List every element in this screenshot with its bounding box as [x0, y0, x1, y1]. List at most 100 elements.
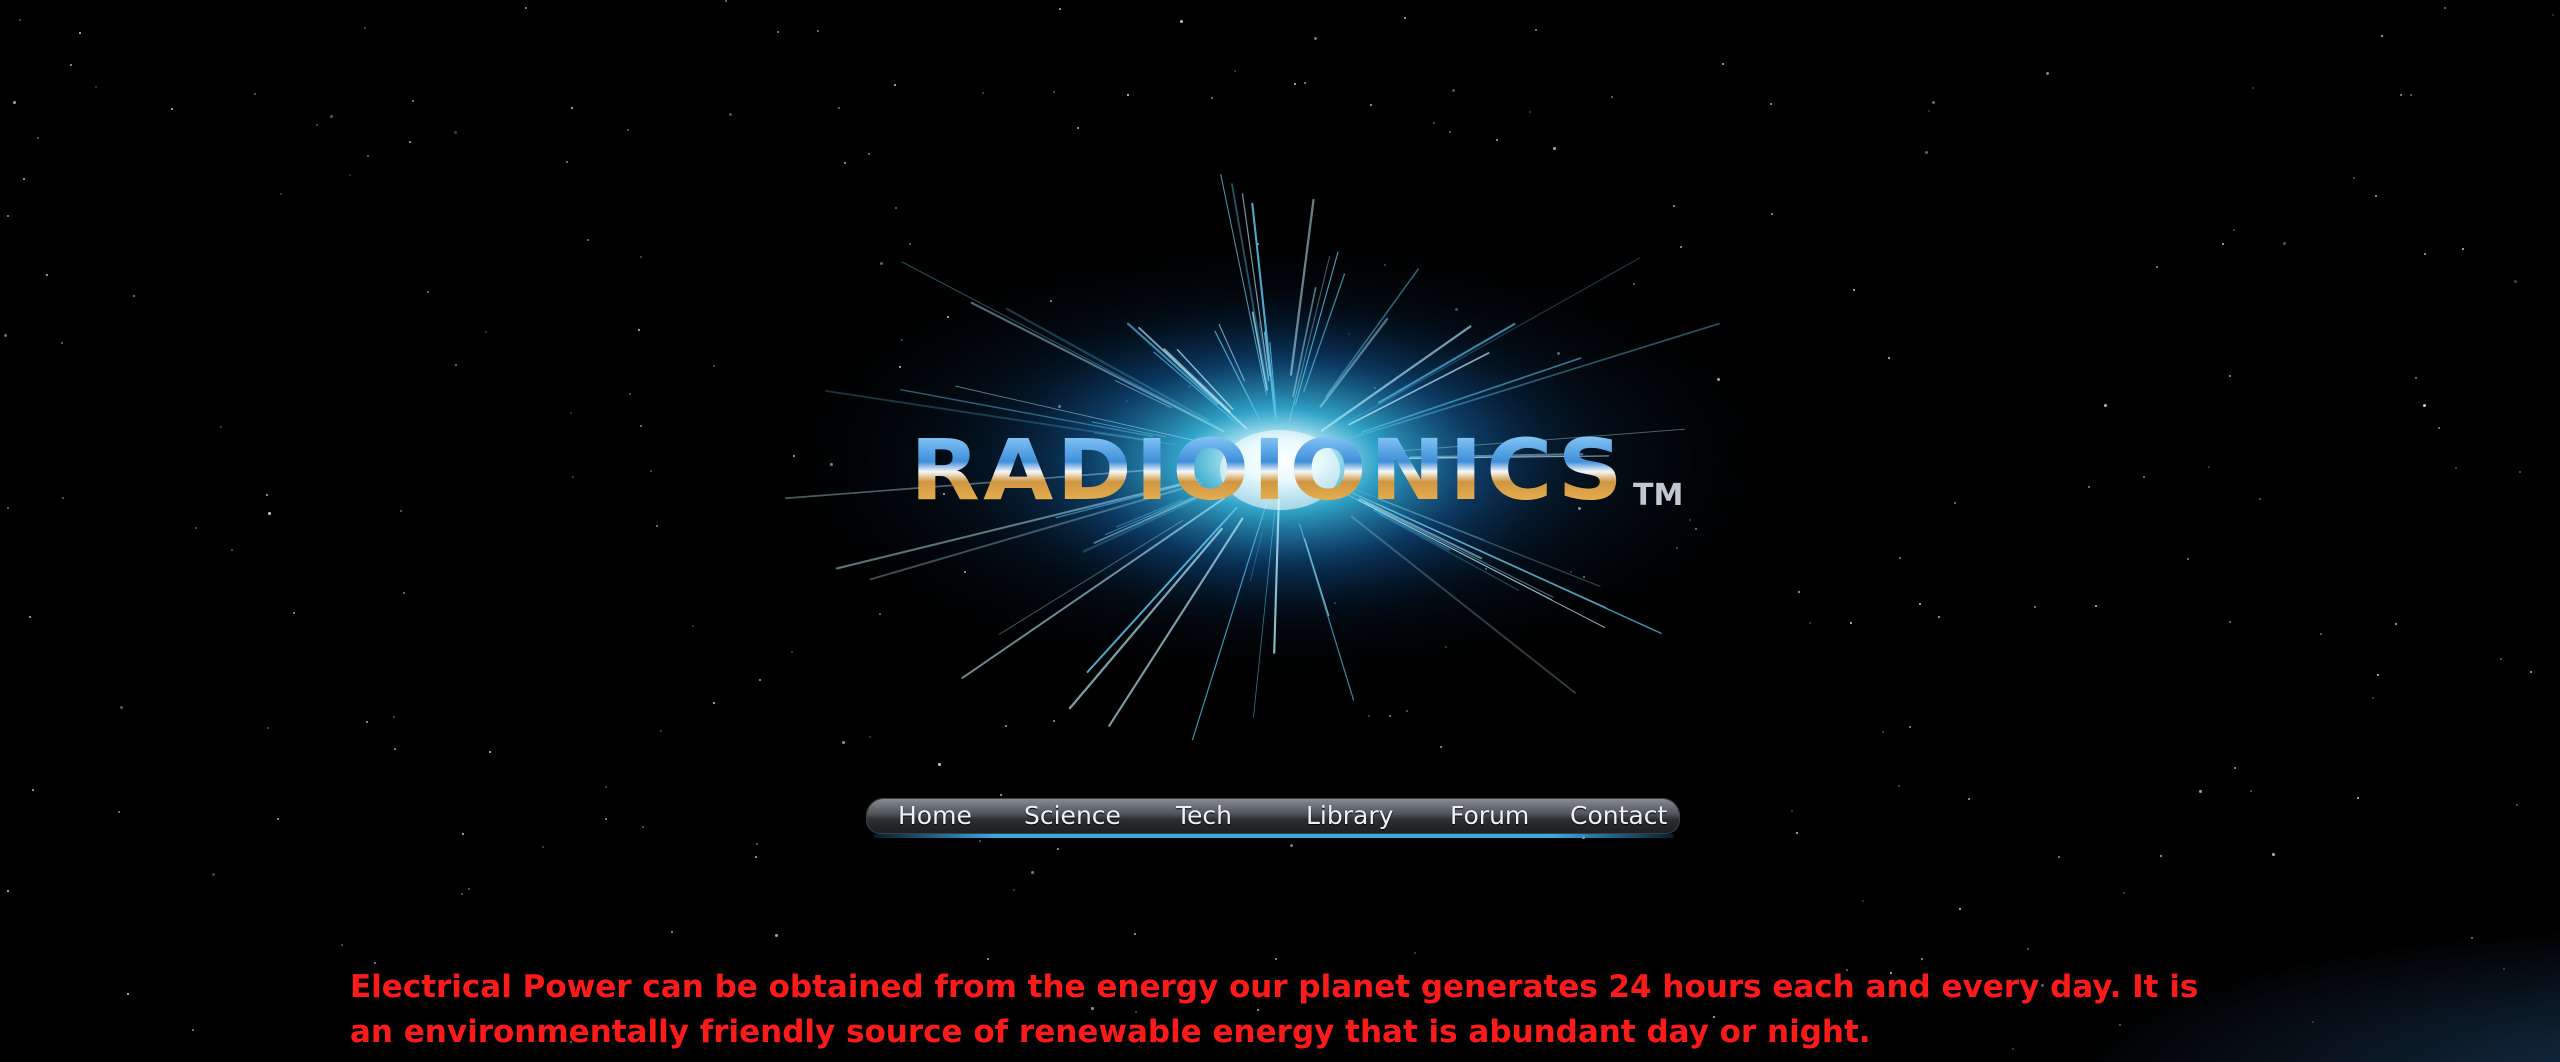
star: [95, 86, 97, 88]
star: [1928, 110, 1930, 112]
logo-trademark: TM: [1633, 478, 1684, 513]
star: [2123, 892, 2125, 894]
nav-science[interactable]: Science: [1024, 798, 1121, 834]
star: [267, 727, 269, 729]
star: [1938, 616, 1940, 618]
star: [2516, 804, 2518, 806]
main-navigation: Home Science Tech Library Forum Contact: [866, 798, 1680, 834]
star: [7, 215, 9, 217]
star: [2438, 427, 2440, 429]
star: [627, 129, 629, 131]
star: [394, 748, 396, 750]
star: [7, 507, 9, 509]
nav-accent-line: [874, 834, 1674, 838]
star: [1059, 8, 1061, 10]
star: [427, 291, 429, 293]
star: [280, 193, 282, 195]
star: [468, 888, 470, 890]
star: [2095, 605, 2097, 607]
star: [32, 789, 34, 791]
star: [2410, 94, 2412, 96]
star: [37, 137, 39, 139]
star: [2377, 674, 2379, 676]
star: [777, 31, 779, 33]
star: [409, 141, 411, 143]
star: [725, 0, 727, 2]
star: [120, 706, 123, 709]
star: [2400, 94, 2402, 96]
star: [127, 993, 129, 995]
star: [2088, 486, 2090, 488]
star: [1898, 785, 1900, 787]
star: [403, 592, 405, 594]
star: [2444, 7, 2446, 9]
star: [1031, 871, 1034, 874]
star: [454, 131, 457, 134]
star: [2320, 633, 2322, 635]
star: [1180, 20, 1183, 23]
star: [489, 751, 491, 753]
star: [1404, 17, 1406, 19]
star: [70, 64, 72, 66]
star: [775, 934, 778, 937]
star: [133, 295, 135, 297]
star: [1921, 958, 1923, 960]
energy-burst-icon: [760, 173, 1800, 740]
star: [4, 334, 7, 337]
star: [2357, 797, 2359, 799]
star: [46, 274, 48, 276]
star: [2530, 671, 2532, 673]
star: [642, 826, 644, 828]
star: [587, 239, 589, 241]
star: [755, 856, 757, 858]
intro-text: Electrical Power can be obtained from th…: [350, 969, 2199, 1050]
logo[interactable]: RADIOIONICS TM: [910, 428, 1683, 528]
star: [542, 846, 544, 848]
star: [277, 818, 279, 820]
star: [2514, 280, 2517, 283]
star: [485, 331, 487, 333]
star: [2552, 14, 2554, 16]
star: [19, 19, 21, 21]
star: [1968, 798, 1970, 800]
star: [629, 393, 631, 395]
star: [1440, 746, 1442, 748]
star: [2187, 558, 2189, 560]
star: [2234, 767, 2236, 769]
star: [2027, 948, 2029, 950]
star: [566, 161, 568, 163]
star: [2381, 35, 2383, 37]
star: [2312, 1021, 2314, 1023]
star: [2424, 253, 2426, 255]
nav-contact[interactable]: Contact: [1570, 798, 1667, 834]
star: [316, 124, 318, 126]
star: [374, 962, 376, 964]
nav-library[interactable]: Library: [1306, 798, 1393, 834]
star: [817, 30, 819, 32]
star: [2353, 177, 2355, 179]
star: [2233, 229, 2235, 231]
star: [1954, 502, 1956, 504]
nav-tech[interactable]: Tech: [1176, 798, 1232, 834]
star: [2272, 853, 2275, 856]
star: [2222, 243, 2224, 245]
star: [2519, 471, 2521, 473]
nav-home[interactable]: Home: [898, 798, 972, 834]
star: [2415, 377, 2417, 379]
star: [2500, 658, 2502, 660]
star: [2283, 242, 2286, 245]
star: [400, 510, 402, 512]
star: [2104, 404, 2107, 407]
nav-forum[interactable]: Forum: [1450, 798, 1529, 834]
star: [1275, 958, 1277, 960]
star: [349, 174, 351, 176]
star: [1000, 794, 1002, 796]
star: [1057, 848, 1059, 850]
star: [1290, 844, 1293, 847]
star: [1862, 900, 1864, 902]
star: [570, 412, 572, 414]
star: [79, 32, 81, 34]
star: [2250, 790, 2252, 792]
star: [29, 616, 31, 618]
star: [1932, 101, 1935, 104]
